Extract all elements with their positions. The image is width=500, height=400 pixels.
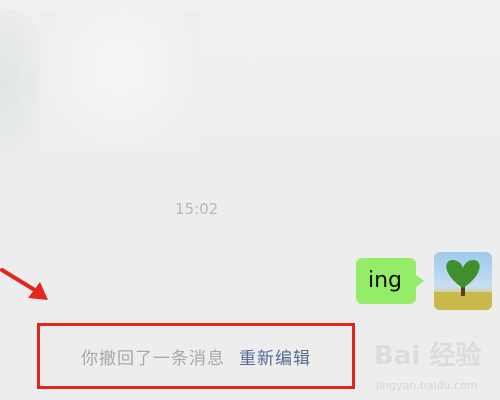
recall-notice-highlight: 你撤回了一条消息 重新编辑 — [37, 323, 355, 389]
chat-timestamp: 15:02 — [175, 200, 219, 218]
message-text: ing — [367, 268, 402, 293]
reedit-link[interactable]: 重新编辑 — [239, 344, 311, 369]
user-avatar[interactable] — [434, 252, 492, 310]
recall-notice-text: 你撤回了一条消息 — [81, 348, 225, 369]
outgoing-message-row: ing — [355, 252, 492, 310]
watermark-logo: Bai 经验 — [374, 341, 482, 371]
blurred-previous-content — [0, 0, 500, 185]
message-bubble[interactable]: ing — [355, 258, 425, 304]
blurred-image-left — [0, 10, 40, 160]
baidu-jingyan-watermark: Bai 经验 jingyan.baidu.com — [372, 335, 498, 397]
watermark-url: jingyan.baidu.com — [376, 379, 478, 392]
red-arrow-icon — [0, 268, 48, 300]
heart-tree-avatar-icon — [434, 260, 492, 310]
blurred-image-card — [40, 10, 200, 150]
